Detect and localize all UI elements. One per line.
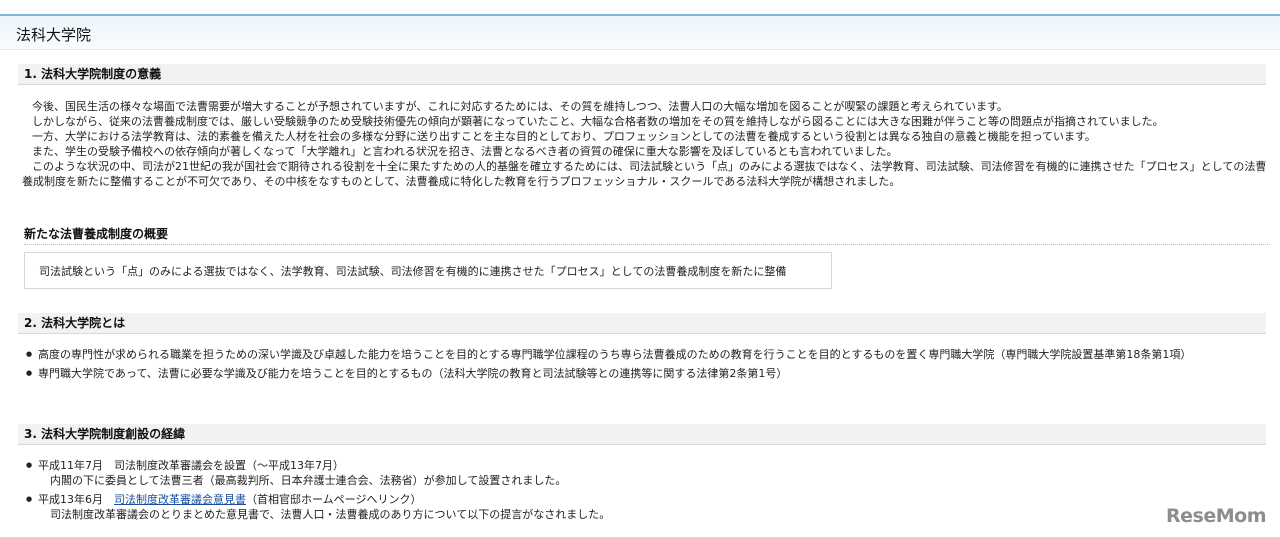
paragraph: このような状況の中、司法が21世紀の我が国社会で期待される役割を十全に果たすため… xyxy=(22,160,1267,188)
opinion-report-link[interactable]: 司法制度改革審議会意見書 xyxy=(114,493,246,506)
overview-heading: 新たな法曹養成制度の概要 xyxy=(24,225,1270,245)
history-line: 平成13年6月 司法制度改革審議会意見書（首相官邸ホームページへリンク） xyxy=(38,492,1262,507)
overview-box: 司法試験という「点」のみによる選抜ではなく、法学教育、司法試験、司法修習を有機的… xyxy=(24,252,832,289)
link-note: （首相官邸ホームページへリンク） xyxy=(246,493,422,506)
history-detail: 内閣の下に委員として法曹三者（最高裁判所、日本弁護士連合会、法務省）が参加して設… xyxy=(50,474,567,487)
history-date: 平成13年6月 xyxy=(38,493,114,506)
section3-heading: 3. 法科大学院制度創設の経緯 xyxy=(18,424,1266,445)
section1-heading: 1. 法科大学院制度の意義 xyxy=(18,64,1266,85)
section1-body: 今後、国民生活の様々な場面で法曹需要が増大することが予想されていますが、これに対… xyxy=(22,99,1267,189)
paragraph: また、学生の受験予備校への依存傾向が著しくなって「大学離れ」と言われる状況を招き… xyxy=(32,145,898,158)
list-item: 専門職大学院であって、法曹に必要な学識及び能力を培うことを目的とするもの（法科大… xyxy=(26,366,1262,381)
page-title-bar: 法科大学院 xyxy=(0,14,1280,50)
history-line: 平成11年7月 司法制度改革審議会を設置（〜平成13年7月） xyxy=(38,459,344,472)
section2-heading: 2. 法科大学院とは xyxy=(18,313,1266,334)
list-item: 平成13年6月 司法制度改革審議会意見書（首相官邸ホームページへリンク） 司法制… xyxy=(26,492,1262,522)
list-item: 平成11年7月 司法制度改革審議会を設置（〜平成13年7月） 内閣の下に委員とし… xyxy=(26,458,1262,488)
paragraph: 一方、大学における法学教育は、法的素養を備えた人材を社会の多様な分野に送り出すこ… xyxy=(32,130,1096,143)
resemom-logo: ReseMom xyxy=(1166,505,1266,527)
section2-list: 高度の専門性が求められる職業を担うための深い学識及び卓越した能力を培うことを目的… xyxy=(26,347,1262,385)
section3-list: 平成11年7月 司法制度改革審議会を設置（〜平成13年7月） 内閣の下に委員とし… xyxy=(26,458,1262,526)
list-item: 高度の専門性が求められる職業を担うための深い学識及び卓越した能力を培うことを目的… xyxy=(26,347,1262,362)
page-title: 法科大学院 xyxy=(16,26,92,44)
paragraph: しかしながら、従来の法曹養成制度では、厳しい受験競争のため受験技術優先の傾向が顕… xyxy=(32,115,1164,128)
history-detail: 司法制度改革審議会のとりまとめた意見書で、法曹人口・法曹養成のあり方について以下… xyxy=(50,508,611,521)
paragraph: 今後、国民生活の様々な場面で法曹需要が増大することが予想されていますが、これに対… xyxy=(32,100,1008,113)
